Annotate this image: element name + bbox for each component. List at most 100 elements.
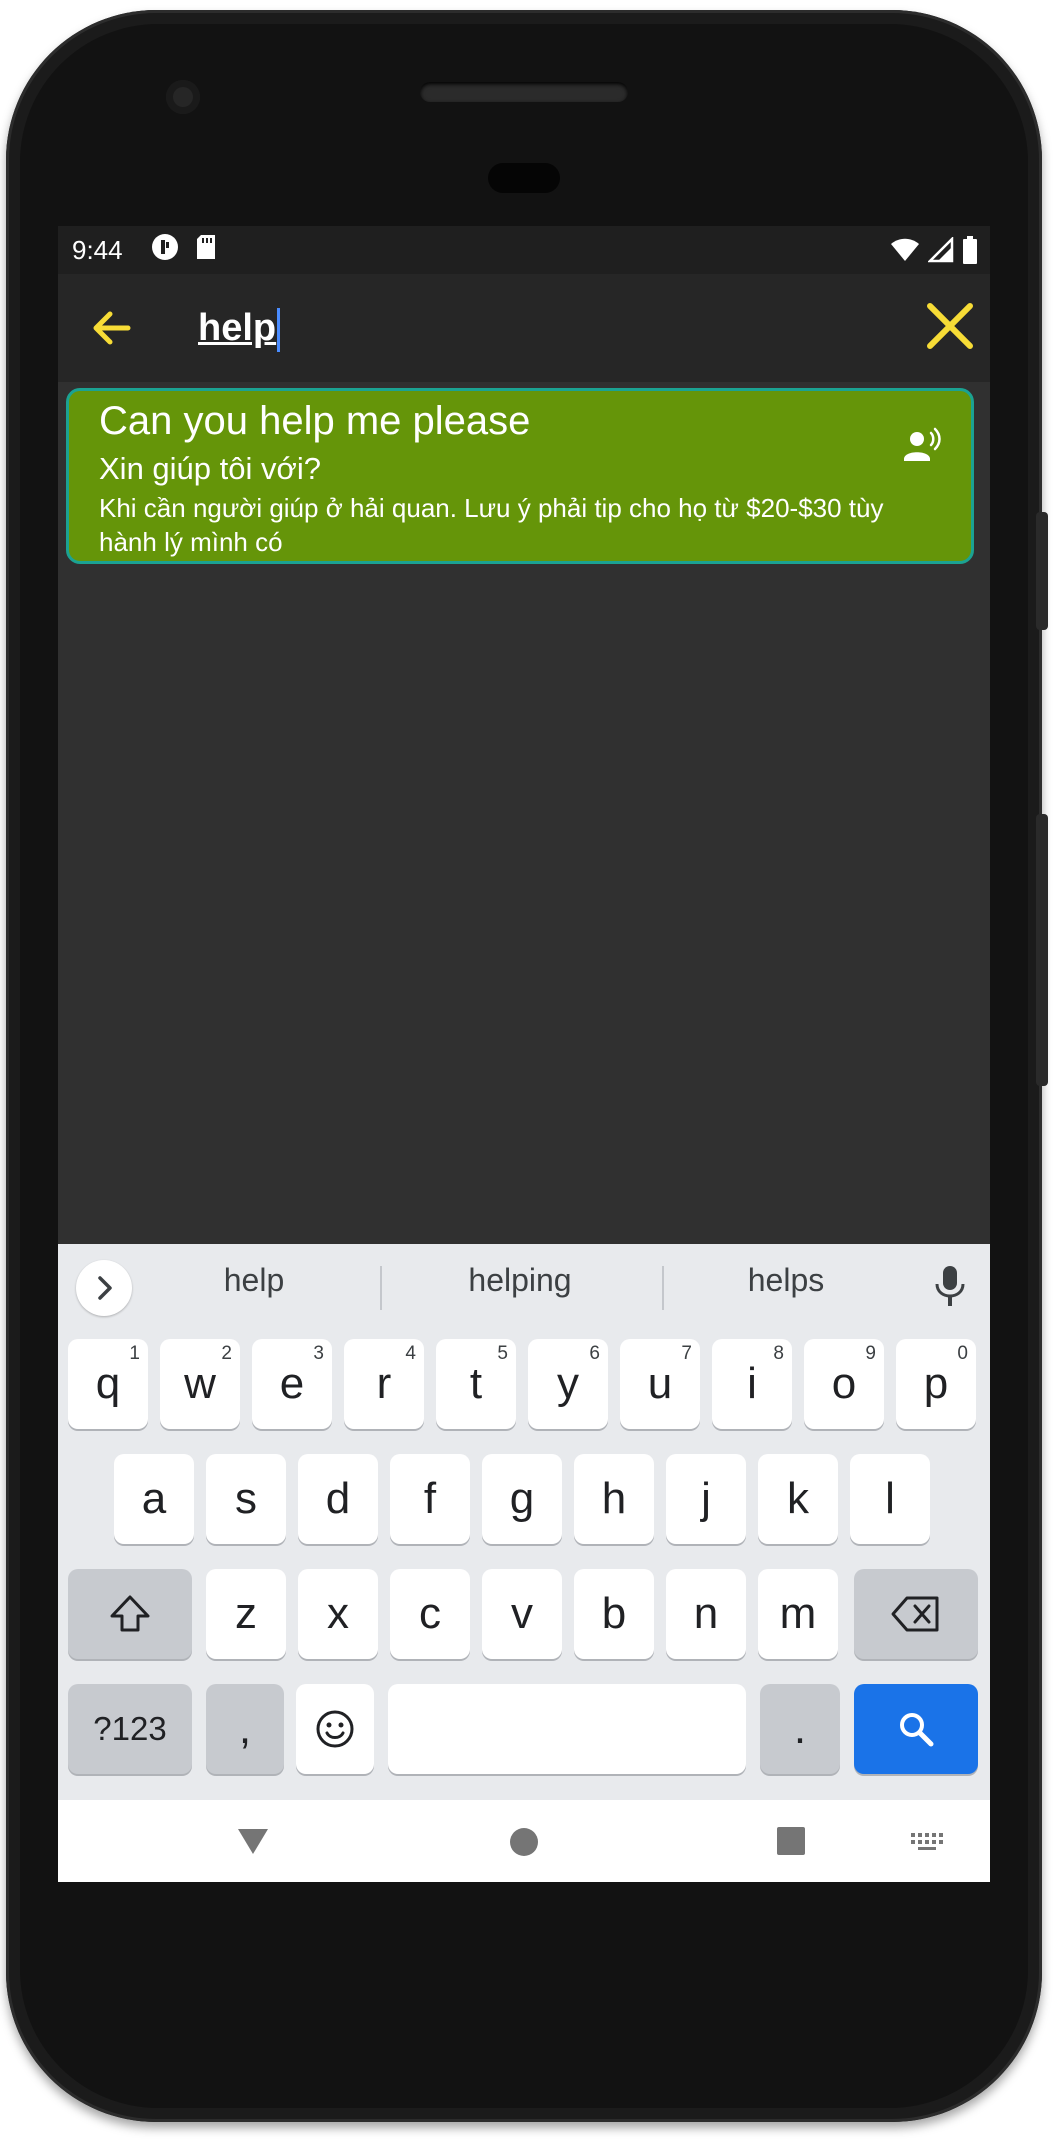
key-label: u — [647, 1359, 673, 1408]
key-x[interactable]: x — [298, 1569, 378, 1659]
key-number-hint: 5 — [497, 1343, 508, 1364]
text-cursor — [277, 307, 281, 352]
suggestion-2[interactable]: helping — [420, 1262, 620, 1299]
key-label: t — [469, 1359, 483, 1408]
key-t[interactable]: t5 — [436, 1339, 516, 1429]
key-q[interactable]: q1 — [68, 1339, 148, 1429]
key-label: i — [747, 1359, 757, 1408]
wifi-icon — [890, 237, 920, 270]
symbols-key[interactable]: ?123 — [68, 1684, 192, 1774]
key-o[interactable]: o9 — [804, 1339, 884, 1429]
backspace-icon — [891, 1596, 939, 1632]
key-p[interactable]: p0 — [896, 1339, 976, 1429]
key-g[interactable]: g — [482, 1454, 562, 1544]
key-k[interactable]: k — [758, 1454, 838, 1544]
phrase-result-card[interactable]: Can you help me please Xin giúp tôi với?… — [66, 388, 974, 564]
key-b[interactable]: b — [574, 1569, 654, 1659]
emoji-icon — [316, 1710, 354, 1748]
search-action-key[interactable] — [854, 1684, 978, 1774]
key-label: r — [376, 1359, 392, 1408]
nav-back-button[interactable] — [236, 1826, 270, 1861]
app-notification-icon — [151, 233, 179, 268]
shift-key[interactable] — [68, 1569, 192, 1659]
comma-key[interactable]: , — [206, 1684, 284, 1774]
battery-icon — [962, 236, 978, 271]
key-s[interactable]: s — [206, 1454, 286, 1544]
speaker-person-icon[interactable] — [903, 425, 943, 465]
phrase-english: Can you help me please — [99, 399, 531, 443]
key-z[interactable]: z — [206, 1569, 286, 1659]
key-u[interactable]: u7 — [620, 1339, 700, 1429]
key-number-hint: 7 — [681, 1343, 692, 1364]
phrase-vietnamese: Xin giúp tôi với? — [99, 451, 321, 486]
search-icon — [900, 1713, 934, 1747]
key-number-hint: 6 — [589, 1343, 600, 1364]
clear-search-button[interactable] — [922, 298, 978, 354]
suggestion-3[interactable]: helps — [686, 1262, 886, 1299]
keyboard-icon — [911, 1833, 943, 1850]
key-i[interactable]: i8 — [712, 1339, 792, 1429]
volume-button — [1036, 512, 1048, 630]
key-number-hint: 1 — [129, 1343, 140, 1364]
suggestion-strip: help helping helps — [58, 1244, 990, 1326]
key-m[interactable]: m — [758, 1569, 838, 1659]
suggestion-divider — [380, 1266, 382, 1310]
chevron-right-icon — [98, 1276, 112, 1300]
key-l[interactable]: l — [850, 1454, 930, 1544]
key-r[interactable]: r4 — [344, 1339, 424, 1429]
arrow-left-icon — [93, 311, 131, 345]
status-time: 9:44 — [72, 234, 123, 265]
sd-card-icon — [195, 234, 217, 267]
suggestion-divider — [662, 1266, 664, 1310]
earpiece-speaker — [420, 82, 628, 102]
soft-keyboard: help helping helps q1w2e3r4t5y6u7i8o9p0 … — [58, 1244, 990, 1800]
triangle-down-icon — [238, 1829, 268, 1854]
key-number-hint: 8 — [773, 1343, 784, 1364]
nav-recents-button[interactable] — [776, 1826, 806, 1861]
cell-signal-icon — [926, 235, 954, 270]
microphone-icon[interactable] — [932, 1264, 968, 1308]
square-icon — [777, 1827, 805, 1855]
expand-toolbar-button[interactable] — [76, 1260, 132, 1316]
suggestion-1[interactable]: help — [154, 1262, 354, 1299]
phrase-note: Khi cần người giúp ở hải quan. Lưu ý phả… — [99, 493, 884, 557]
key-d[interactable]: d — [298, 1454, 378, 1544]
search-toolbar: help — [58, 274, 990, 382]
close-icon — [927, 303, 973, 349]
back-button[interactable] — [86, 302, 138, 354]
nav-home-button[interactable] — [508, 1826, 540, 1863]
space-key[interactable] — [388, 1684, 746, 1774]
search-input[interactable]: help — [198, 302, 281, 354]
key-a[interactable]: a — [114, 1454, 194, 1544]
front-camera — [166, 80, 200, 114]
key-label: o — [831, 1359, 857, 1408]
key-label: y — [557, 1359, 579, 1408]
key-f[interactable]: f — [390, 1454, 470, 1544]
key-j[interactable]: j — [666, 1454, 746, 1544]
proximity-sensor — [488, 163, 560, 193]
key-label: e — [279, 1359, 305, 1408]
key-y[interactable]: y6 — [528, 1339, 608, 1429]
key-w[interactable]: w2 — [160, 1339, 240, 1429]
key-label: w — [184, 1359, 216, 1408]
key-e[interactable]: e3 — [252, 1339, 332, 1429]
key-number-hint: 2 — [221, 1343, 232, 1364]
key-n[interactable]: n — [666, 1569, 746, 1659]
shift-arrow-icon — [110, 1595, 150, 1632]
key-label: p — [923, 1359, 949, 1408]
search-query: help — [198, 307, 277, 349]
key-number-hint: 0 — [957, 1343, 968, 1364]
backspace-key[interactable] — [854, 1569, 978, 1659]
key-label: q — [95, 1359, 121, 1408]
key-c[interactable]: c — [390, 1569, 470, 1659]
emoji-key[interactable] — [296, 1684, 374, 1774]
key-number-hint: 9 — [865, 1343, 876, 1364]
circle-icon — [510, 1828, 538, 1856]
period-key[interactable]: . — [760, 1684, 840, 1774]
key-v[interactable]: v — [482, 1569, 562, 1659]
key-number-hint: 3 — [313, 1343, 324, 1364]
key-h[interactable]: h — [574, 1454, 654, 1544]
keyboard-switch-button[interactable] — [910, 1832, 944, 1857]
system-nav-bar — [58, 1800, 990, 1882]
power-button — [1036, 814, 1048, 1086]
